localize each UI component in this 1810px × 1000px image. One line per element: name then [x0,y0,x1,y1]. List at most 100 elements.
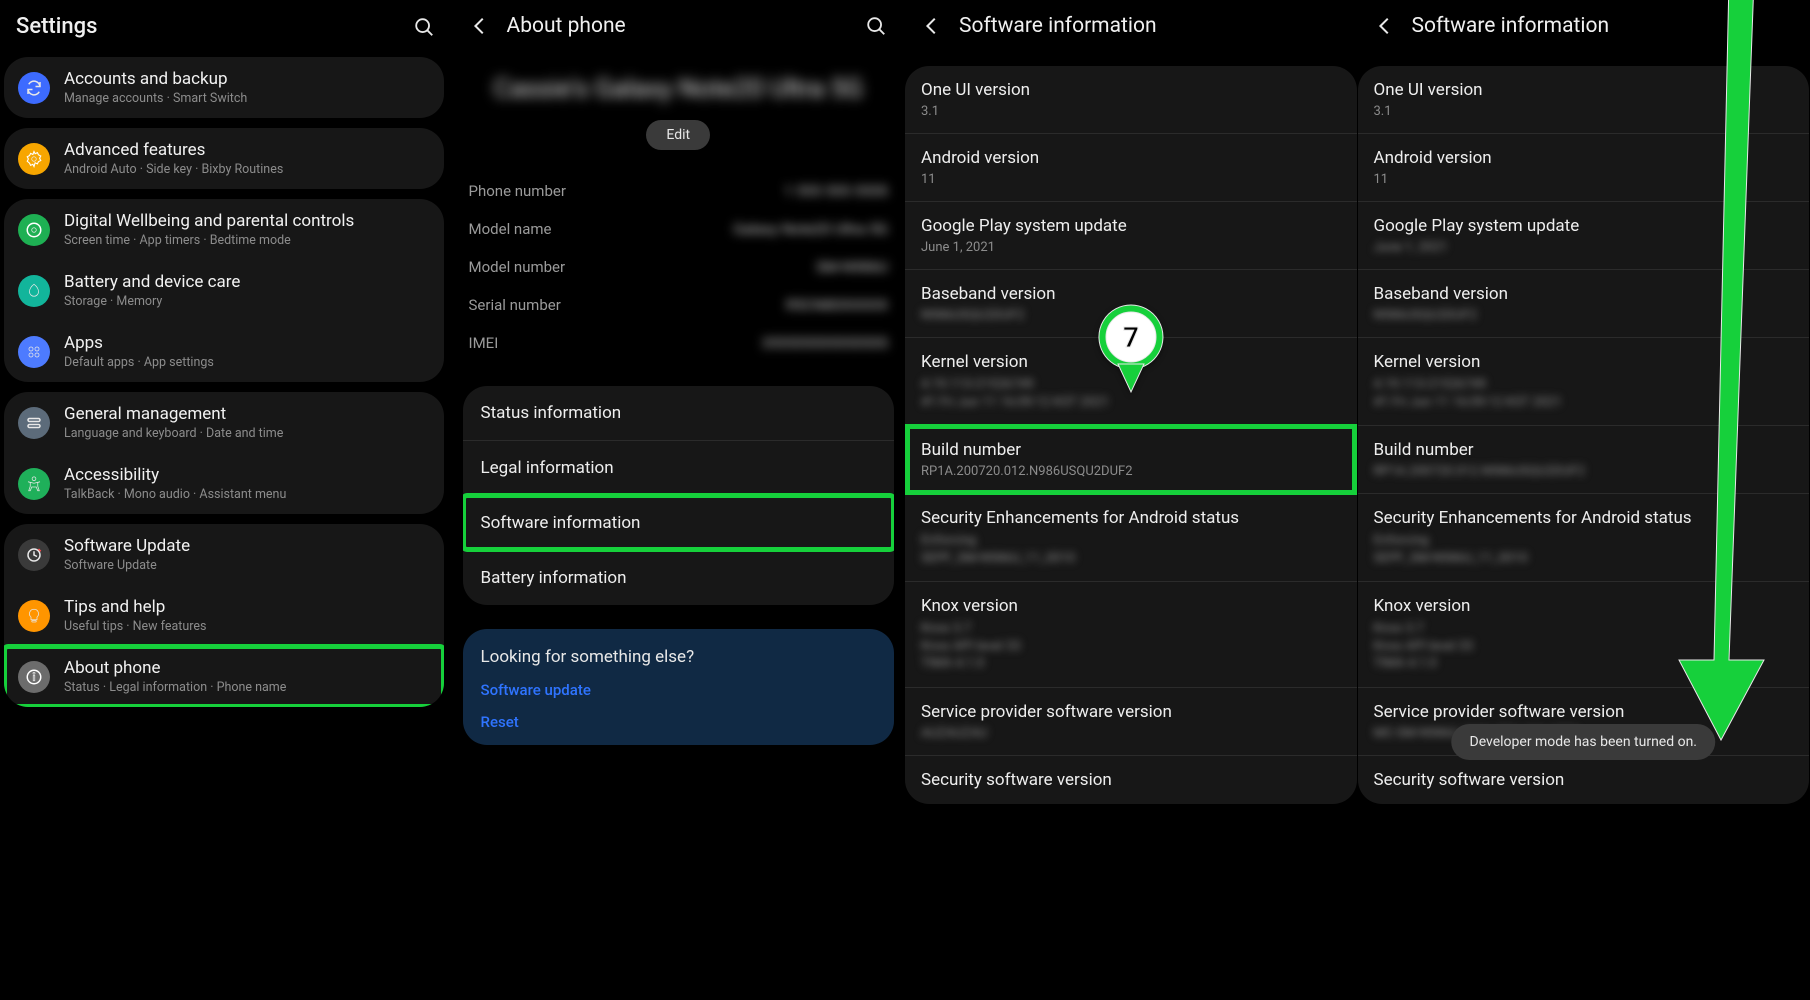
sw-title: Service provider software version [1374,702,1794,722]
sw-value: Knox 3.7Knox API level 33TIMA 4.1.0 [1374,620,1794,673]
sw-title: Security software version [921,770,1341,790]
item-subtitle: Useful tips · New features [64,619,206,634]
item-subtitle: Language and keyboard · Date and time [64,426,283,441]
info-item-status-information[interactable]: Status information [463,386,895,440]
battery-icon [18,275,50,307]
back-icon[interactable] [469,15,491,37]
kv-value: R5CN80XXXXX [786,296,888,314]
sw-item-google-play-system-update[interactable]: Google Play system updateJune 1, 2021 [1358,202,1810,270]
sw-title: One UI version [921,80,1341,100]
item-title: Apps [64,333,214,353]
sync-icon [18,72,50,104]
back-icon[interactable] [921,15,943,37]
sw-title: Android version [921,148,1341,168]
sw-item-google-play-system-update[interactable]: Google Play system updateJune 1, 2021 [905,202,1357,270]
sw-item-knox-version[interactable]: Knox versionKnox 3.7Knox API level 33TIM… [1358,582,1810,688]
kv-value: Galaxy Note20 Ultra 5G [733,220,888,238]
sw-title: Build number [1374,440,1794,460]
sw-value: June 1, 2021 [1374,240,1794,255]
titlebar: About phone [453,0,905,56]
info-item-battery-information[interactable]: Battery information [463,550,895,605]
sw-title: Security Enhancements for Android status [921,508,1341,528]
sw-value: 4.19.113-21526749#1 Fri Jun 11 16:09:12 … [1374,376,1794,411]
sw-item-knox-version[interactable]: Knox versionKnox 3.7Knox API level 33TIM… [905,582,1357,688]
sw-item-service-provider-software-version[interactable]: Service provider software versionAUZAUZA… [905,688,1357,756]
sw-title: Baseband version [921,284,1341,304]
kv-label: Serial number [469,296,561,314]
sw-item-kernel-version[interactable]: Kernel version4.19.113-21526749#1 Fri Ju… [905,338,1357,426]
item-title: Accounts and backup [64,69,247,89]
kv-value: SM-N986U [816,258,888,276]
sw-item-android-version[interactable]: Android version 11 [905,134,1357,202]
sw-value: RP1A.200720.012.N986USQU2DUF2 [1374,464,1794,479]
sw-item-security-software-version[interactable]: Security software version [905,756,1357,804]
settings-item-accessibility[interactable]: Accessibility TalkBack · Mono audio · As… [4,453,444,514]
search-icon[interactable] [412,15,436,39]
update-icon [18,539,50,571]
sw-title: Knox version [921,596,1341,616]
item-title: General management [64,404,283,424]
kv-label: Model number [469,258,566,276]
panel-settings: Settings Accounts and backup Manage acco… [0,0,453,1000]
sw-value: 11 [921,172,1341,187]
toast: Developer mode has been turned on. [1452,724,1716,760]
settings-item-battery-and-device-care[interactable]: Battery and device care Storage · Memory [4,260,444,321]
wellbeing-icon [18,214,50,246]
item-title: About phone [64,658,286,678]
info-item-software-information[interactable]: Software information [463,495,895,550]
page-title: Software information [959,14,1157,38]
kv-row: Serial number R5CN80XXXXX [469,286,889,324]
item-title: Software Update [64,536,190,556]
sw-title: Kernel version [1374,352,1794,372]
item-title: Battery and device care [64,272,240,292]
page-title: About phone [507,14,626,38]
settings-item-tips-and-help[interactable]: Tips and help Useful tips · New features [4,585,444,646]
sw-item-android-version[interactable]: Android version11 [1358,134,1810,202]
sw-item-baseband-version[interactable]: Baseband versionN986USQU2DUF2 [1358,270,1810,338]
sw-value: N986USQU2DUF2 [1374,308,1794,323]
search-icon[interactable] [864,14,888,38]
lfse-link-reset[interactable]: Reset [481,713,877,731]
sw-value: 3.1 [921,104,1341,119]
sw-item-kernel-version[interactable]: Kernel version 4.19.113-21526749#1 Fri Ju… [1358,338,1810,426]
item-title: Tips and help [64,597,206,617]
settings-item-about-phone[interactable]: About phone Status · Legal information ·… [4,646,444,707]
kv-row: Phone number1 555 555 5555 [469,172,889,210]
kv-row: Model nameGalaxy Note20 Ultra 5G [469,210,889,248]
settings-item-software-update[interactable]: Software Update Software Update [4,524,444,585]
sw-title: Android version [1374,148,1794,168]
settings-item-accounts-and-backup[interactable]: Accounts and backup Manage accounts · Sm… [4,57,444,118]
software-info-list: One UI version3.1Android version11Google… [1358,66,1810,804]
sw-item-security-enhancements-for-android-status[interactable]: Security Enhancements for Android status… [905,494,1357,582]
sw-item-one-ui-version[interactable]: One UI version 3.1 [905,66,1357,134]
settings-item-advanced-features[interactable]: Advanced features Android Auto · Side ke… [4,128,444,189]
sw-item-security-enhancements-for-android-status[interactable]: Security Enhancements for Android status… [1358,494,1810,582]
sw-item-build-number[interactable]: Build numberRP1A.200720.012.N986USQU2DUF… [905,426,1357,494]
edit-button[interactable]: Edit [646,120,710,150]
item-subtitle: Storage · Memory [64,294,240,309]
sw-title: Kernel version [921,352,1341,372]
general-icon [18,407,50,439]
sw-title: One UI version [1374,80,1794,100]
sw-title: Security software version [1374,770,1794,790]
sw-item-build-number[interactable]: Build number RP1A.200720.012.N986USQU2DUF… [1358,426,1810,494]
kv-list: Phone number1 555 555 5555Model nameGala… [453,168,905,374]
kv-row: Model number SM-N986U [469,248,889,286]
sw-item-security-software-version[interactable]: Security software version [1358,756,1810,804]
info-item-legal-information[interactable]: Legal information [463,440,895,495]
gear-adv-icon [18,143,50,175]
sw-item-baseband-version[interactable]: Baseband versionN986USQU2DUF2 [905,270,1357,338]
settings-item-apps[interactable]: Apps Default apps · App settings [4,321,444,382]
item-subtitle: Default apps · App settings [64,355,214,370]
item-subtitle: Screen time · App timers · Bedtime mode [64,233,354,248]
sw-title: Security Enhancements for Android status [1374,508,1794,528]
settings-item-general-management[interactable]: General management Language and keyboard… [4,392,444,453]
back-icon[interactable] [1374,15,1396,37]
settings-item-digital-wellbeing-and-parental-controls[interactable]: Digital Wellbeing and parental controls … [4,199,444,260]
titlebar: Software information [1358,0,1810,56]
sw-item-one-ui-version[interactable]: One UI version3.1 [1358,66,1810,134]
settings-list: Accounts and backup Manage accounts · Sm… [0,57,452,707]
sw-title: Service provider software version [921,702,1341,722]
panel-software-info-1: Software information One UI version 3.1 An… [905,0,1358,1000]
lfse-link-software-update[interactable]: Software update [481,681,877,699]
